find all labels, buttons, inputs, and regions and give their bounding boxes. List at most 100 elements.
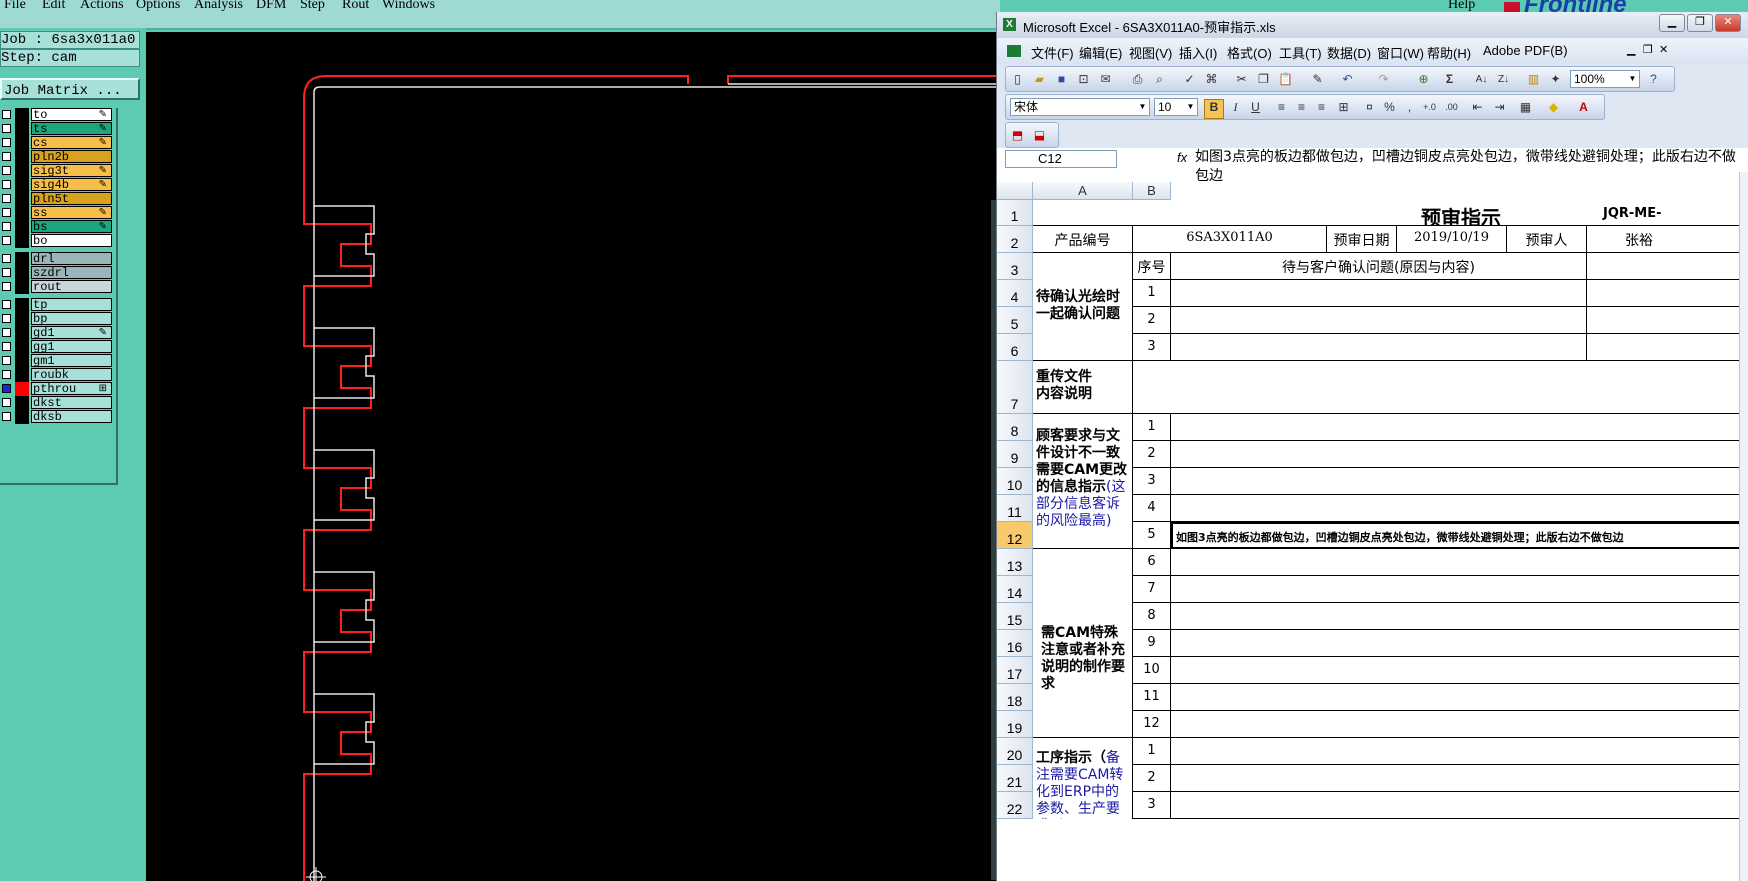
seq-cell[interactable]: 1 xyxy=(1133,738,1171,765)
excel-menu-8[interactable]: 帮助(H) xyxy=(1427,43,1471,62)
drawing-icon[interactable]: ✦ xyxy=(1548,72,1563,87)
layer-row-rout[interactable]: rout xyxy=(0,280,116,294)
seq-cell[interactable]: 8 xyxy=(1133,603,1171,630)
row-header-4[interactable]: 4 xyxy=(997,280,1033,307)
new-icon[interactable]: ▯ xyxy=(1010,72,1025,87)
issue-cell[interactable] xyxy=(1171,414,1748,441)
section-special-cell[interactable]: 需CAM特殊注意或者补充说明的制作要求 xyxy=(1033,549,1133,738)
zoom-select[interactable]: 100% ▼ xyxy=(1570,70,1640,88)
layer-name[interactable]: szdrl xyxy=(31,266,112,279)
row-header-12[interactable]: 12 xyxy=(997,522,1033,549)
layer-name[interactable]: pln2b xyxy=(31,150,112,163)
row-header-18[interactable]: 18 xyxy=(997,684,1033,711)
insert-function-icon[interactable]: fx xyxy=(1177,150,1187,165)
layer-name[interactable]: sig3t ✎ xyxy=(31,164,112,177)
reupload-content-cell[interactable] xyxy=(1133,361,1748,414)
borders-icon[interactable]: ▦ xyxy=(1518,100,1533,115)
excel-menu-7[interactable]: 窗口(W) xyxy=(1377,43,1424,62)
layer-color-swatch[interactable] xyxy=(15,368,29,382)
layer-name[interactable]: pln5t xyxy=(31,192,112,205)
excel-menu-4[interactable]: 格式(O) xyxy=(1227,43,1272,62)
layer-name[interactable]: cs ✎ xyxy=(31,136,112,149)
seq-cell[interactable]: 3 xyxy=(1133,334,1171,361)
issue-cell[interactable] xyxy=(1171,792,1748,819)
row-header-1[interactable]: 1 xyxy=(997,200,1033,226)
layer-checkbox[interactable] xyxy=(2,194,11,203)
seq-cell[interactable]: 4 xyxy=(1133,495,1171,522)
maximize-button[interactable]: ❐ xyxy=(1687,14,1713,32)
formula-input[interactable]: 如图3点亮的板边都做包边，凹槽边铜皮点亮处包边，微带线处避铜处理；此版右边不做包… xyxy=(1195,148,1745,186)
column-header-a[interactable]: A xyxy=(1033,182,1133,200)
permission-icon[interactable]: ⊡ xyxy=(1076,72,1091,87)
layer-color-swatch[interactable] xyxy=(15,136,29,150)
spelling-icon[interactable]: ✓ xyxy=(1182,72,1197,87)
layer-checkbox[interactable] xyxy=(2,138,11,147)
layer-row-pln5t[interactable]: pln5t xyxy=(0,192,116,206)
layer-name[interactable]: gm1 xyxy=(31,354,112,367)
layer-checkbox[interactable] xyxy=(2,124,11,133)
layer-row-dkst[interactable]: dkst xyxy=(0,396,116,410)
layer-color-swatch[interactable] xyxy=(15,340,29,354)
layer-checkbox[interactable] xyxy=(2,328,11,337)
row-header-19[interactable]: 19 xyxy=(997,711,1033,738)
issue-extra-cell[interactable] xyxy=(1587,307,1748,334)
cam-menu-windows[interactable]: Windows xyxy=(382,0,435,13)
seq-cell[interactable]: 12 xyxy=(1133,711,1171,738)
layer-color-swatch[interactable] xyxy=(15,192,29,206)
layer-row-bs[interactable]: bs ✎ xyxy=(0,220,116,234)
layer-color-swatch[interactable] xyxy=(15,220,29,234)
cell-d3[interactable] xyxy=(1587,253,1748,280)
align-left-icon[interactable]: ≡ xyxy=(1274,100,1289,115)
sort-ascending-icon[interactable]: A↓ xyxy=(1474,72,1489,87)
layer-color-swatch[interactable] xyxy=(15,354,29,368)
open-icon[interactable]: ▰ xyxy=(1032,72,1047,87)
product-no-cell[interactable]: 6SA3X011A0 xyxy=(1133,226,1327,253)
layer-checkbox[interactable] xyxy=(2,180,11,189)
layer-row-pln2b[interactable]: pln2b xyxy=(0,150,116,164)
row-header-16[interactable]: 16 xyxy=(997,630,1033,657)
italic-button[interactable]: I xyxy=(1228,100,1243,115)
job-matrix-button[interactable]: Job Matrix ... xyxy=(0,78,140,100)
layer-checkbox[interactable] xyxy=(2,356,11,365)
issue-cell[interactable] xyxy=(1171,765,1748,792)
review-date-cell[interactable]: 2019/10/19 xyxy=(1397,226,1507,253)
issue-cell[interactable] xyxy=(1171,280,1587,307)
convert-to-pdf-icon[interactable]: ⬒ xyxy=(1010,128,1025,143)
layer-color-swatch[interactable] xyxy=(15,266,29,280)
minimize-button[interactable]: ▁ xyxy=(1659,14,1685,32)
align-center-icon[interactable]: ≡ xyxy=(1294,100,1309,115)
layer-name[interactable]: tp xyxy=(31,298,112,311)
seq-cell[interactable]: 2 xyxy=(1133,307,1171,334)
product-no-label-cell[interactable]: 产品编号 xyxy=(1033,226,1133,253)
layer-row-gd1[interactable]: gd1 ✎ xyxy=(0,326,116,340)
seq-cell[interactable]: 1 xyxy=(1133,280,1171,307)
seq-cell[interactable]: 6 xyxy=(1133,549,1171,576)
layer-color-swatch[interactable] xyxy=(15,312,29,326)
row-header-3[interactable]: 3 xyxy=(997,253,1033,280)
decrease-decimal-icon[interactable]: .00 xyxy=(1444,100,1459,115)
layer-checkbox[interactable] xyxy=(2,314,11,323)
layer-row-sig3t[interactable]: sig3t ✎ xyxy=(0,164,116,178)
seq-cell[interactable]: 5 xyxy=(1133,522,1171,549)
layer-checkbox[interactable] xyxy=(2,222,11,231)
excel-menu-6[interactable]: 数据(D) xyxy=(1327,43,1371,62)
worksheet-grid[interactable]: A B 1 2 3 4 5 6 7 8 9 10 11 12 13 14 15 16 17 18 19 20 21 22 预审指… xyxy=(997,182,1748,881)
layer-color-swatch[interactable] xyxy=(15,298,29,312)
layer-color-swatch[interactable] xyxy=(15,150,29,164)
seq-cell[interactable]: 2 xyxy=(1133,765,1171,792)
close-button[interactable]: ✕ xyxy=(1715,14,1741,32)
row-header-22[interactable]: 22 xyxy=(997,792,1033,819)
section-reupload-cell[interactable]: 重传文件内容说明 xyxy=(1033,361,1133,414)
layer-row-bp[interactable]: bp xyxy=(0,312,116,326)
layer-color-swatch[interactable] xyxy=(15,410,29,424)
layer-color-swatch[interactable] xyxy=(15,396,29,410)
issue-cell[interactable] xyxy=(1171,711,1748,738)
layer-checkbox[interactable] xyxy=(2,254,11,263)
bold-button[interactable]: B xyxy=(1204,99,1224,119)
column-header-b[interactable]: B xyxy=(1133,182,1171,200)
cam-graphic-canvas[interactable] xyxy=(146,32,996,881)
layer-row-dksb[interactable]: dksb xyxy=(0,410,116,424)
email-icon[interactable]: ✉ xyxy=(1098,72,1113,87)
cam-menu-options[interactable]: Options xyxy=(136,0,180,13)
active-cell-c12[interactable]: 如图3点亮的板边都做包边，凹槽边铜皮点亮处包边，微带线处避铜处理；此版右边不做包… xyxy=(1171,522,1748,549)
